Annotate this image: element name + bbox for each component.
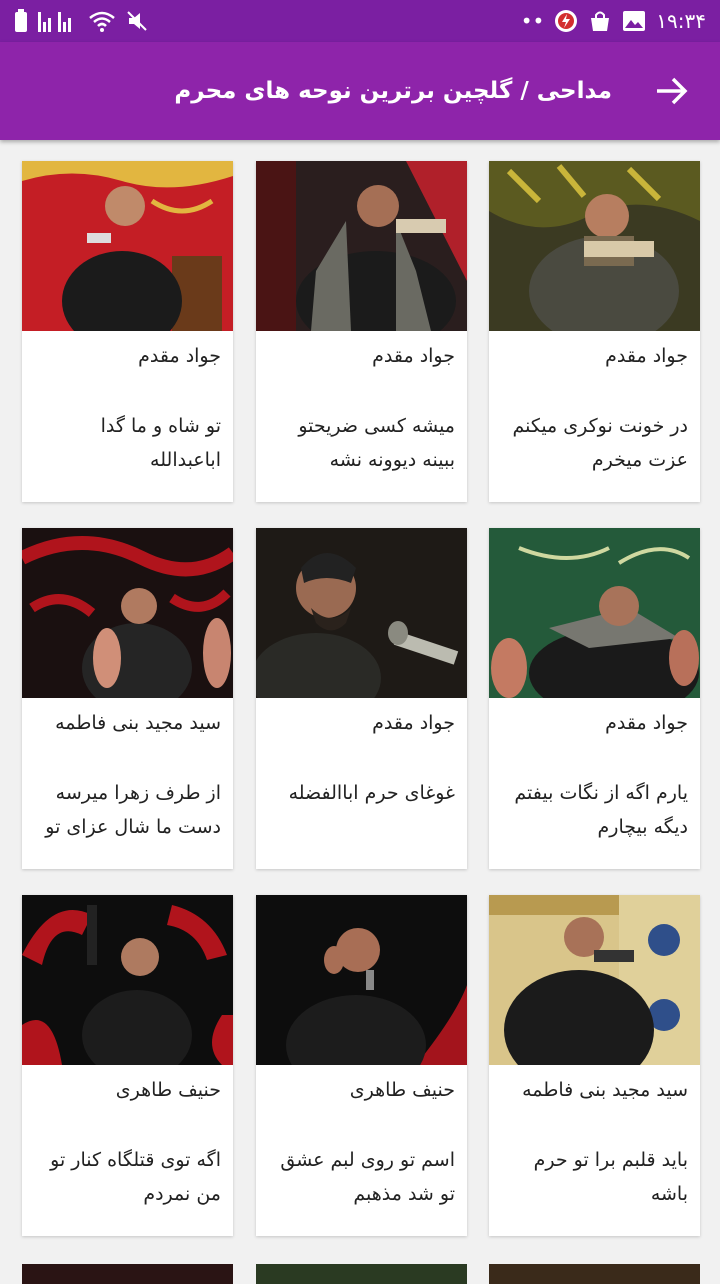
thumbnail-image xyxy=(489,528,700,698)
signal-icon xyxy=(38,10,78,32)
card-title: یارم اگه از نگات بیفتم دیگه بیچارم xyxy=(514,782,688,838)
image-icon xyxy=(622,10,646,32)
card-title: اسم تو روی لبم عشق تو شد مذهبم xyxy=(280,1149,455,1205)
card-title: باید قلبم برا تو حرم باشه xyxy=(533,1149,688,1205)
mute-icon xyxy=(126,10,148,32)
card-grid: جواد مقدم در خونت نوکری میکنم عزت میخرم … xyxy=(0,140,720,1280)
thumbnail-image xyxy=(256,161,467,331)
status-right: •• ۱۹:۳۴ xyxy=(521,9,706,33)
card[interactable]: حنیف طاهری اسم تو روی لبم عشق تو شد مذهب… xyxy=(256,895,467,1236)
battery-icon xyxy=(14,9,28,33)
thumbnail-image xyxy=(489,161,700,331)
thumbnail-image xyxy=(256,528,467,698)
card-singer: حنیف طاهری xyxy=(115,1079,221,1101)
card-singer: جواد مقدم xyxy=(605,345,688,367)
card-singer: جواد مقدم xyxy=(372,345,455,367)
card-title: اگه توی قتلگاه کنار تو من نمردم xyxy=(50,1149,221,1205)
page-title: مداحی / گلچین برترین نوحه های محرم xyxy=(174,78,612,104)
card-singer: سید مجید بنی فاطمه xyxy=(522,1079,688,1101)
card[interactable]: سید مجید بنی فاطمه از طرف زهرا میرسه دست… xyxy=(22,528,233,869)
arrow-right-icon xyxy=(657,77,688,105)
card-title: تو شاه و ما گدا اباعبدالله xyxy=(100,415,221,471)
card[interactable]: جواد مقدم میشه کسی ضریحتو ببینه دیوونه ن… xyxy=(256,161,467,502)
card[interactable]: جواد مقدم یارم اگه از نگات بیفتم دیگه بی… xyxy=(489,528,700,869)
card-singer: جواد مقدم xyxy=(372,712,455,734)
thumbnail-image[interactable] xyxy=(256,1264,467,1284)
thumbnail-image[interactable] xyxy=(22,1264,233,1284)
thumbnail-image xyxy=(22,895,233,1065)
card[interactable]: سید مجید بنی فاطمه باید قلبم برا تو حرم … xyxy=(489,895,700,1236)
thumbnail-image xyxy=(22,161,233,331)
status-time: ۱۹:۳۴ xyxy=(656,9,706,33)
power-icon xyxy=(554,9,578,33)
thumbnail-image xyxy=(489,895,700,1065)
card-singer: حنیف طاهری xyxy=(349,1079,455,1101)
card[interactable]: حنیف طاهری اگه توی قتلگاه کنار تو من نمر… xyxy=(22,895,233,1236)
card-singer: جواد مقدم xyxy=(138,345,221,367)
card[interactable]: جواد مقدم غوغای حرم اباالفضله xyxy=(256,528,467,869)
card-title: میشه کسی ضریحتو ببینه دیوونه نشه xyxy=(298,415,455,471)
status-bar: •• ۱۹:۳۴ xyxy=(0,0,720,42)
card-singer: جواد مقدم xyxy=(605,712,688,734)
card[interactable]: جواد مقدم در خونت نوکری میکنم عزت میخرم xyxy=(489,161,700,502)
thumbnail-image xyxy=(256,895,467,1065)
thumbnail-image xyxy=(22,528,233,698)
card-singer: سید مجید بنی فاطمه xyxy=(55,712,221,734)
status-left xyxy=(14,9,148,33)
card[interactable]: جواد مقدم تو شاه و ما گدا اباعبدالله xyxy=(22,161,233,502)
card-title: در خونت نوکری میکنم عزت میخرم xyxy=(512,415,688,471)
card-title: از طرف زهرا میرسه دست ما شال عزای تو xyxy=(45,782,221,838)
thumbnail-image[interactable] xyxy=(489,1264,700,1284)
bag-icon xyxy=(588,9,612,33)
app-bar: مداحی / گلچین برترین نوحه های محرم xyxy=(0,42,720,140)
back-button[interactable] xyxy=(652,71,692,111)
wifi-icon xyxy=(88,10,116,32)
status-dots: •• xyxy=(520,9,545,33)
card-title: غوغای حرم اباالفضله xyxy=(288,782,455,804)
